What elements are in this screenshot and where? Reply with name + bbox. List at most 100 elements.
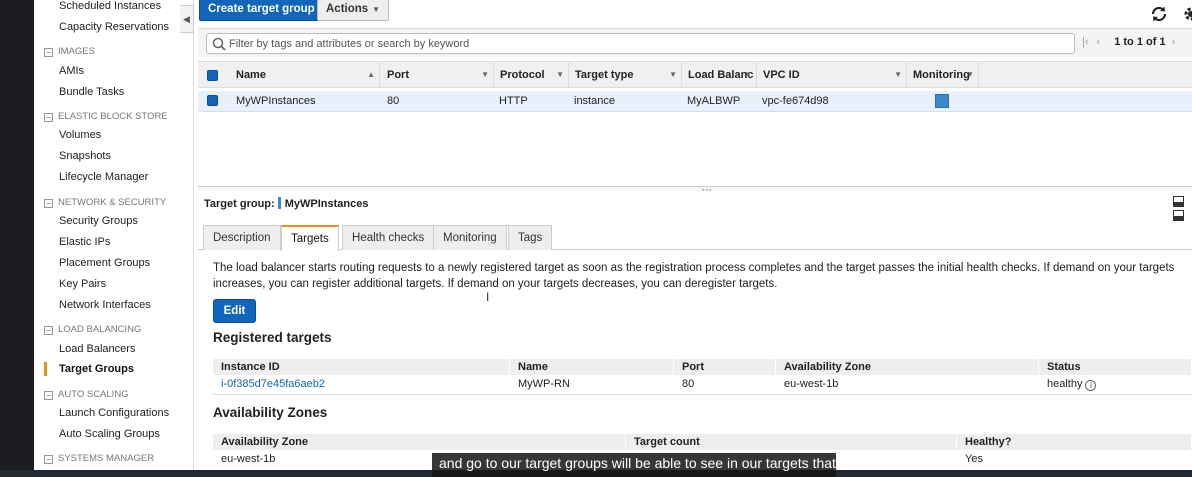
column-header-name[interactable]: Name ▲: [230, 62, 380, 88]
sort-icon: ▼: [556, 70, 564, 79]
cell-load-balancer: MyALBWP: [687, 95, 741, 107]
column-header-protocol[interactable]: Protocol ▼: [494, 62, 569, 88]
sidebar-item-elastic-ips[interactable]: Elastic IPs: [59, 236, 110, 248]
tab-description[interactable]: Description: [203, 225, 281, 250]
collapse-toggle-icon[interactable]: −: [44, 48, 53, 57]
sidebar-item-launch-configurations[interactable]: Launch Configurations: [59, 407, 169, 419]
sidebar-item-load-balancers[interactable]: Load Balancers: [59, 343, 135, 355]
select-all-checkbox[interactable]: [207, 70, 218, 81]
sort-icon: ▼: [894, 70, 902, 79]
column-header-port[interactable]: Port ▼: [381, 62, 494, 88]
tab-health-checks[interactable]: Health checks: [342, 225, 435, 250]
cell-availability-zone: eu-west-1b: [784, 378, 839, 390]
prev-page-icon[interactable]: ‹: [1097, 36, 1101, 48]
main-content: Create target group Actions▼ |‹ ‹ 1 to 1 o…: [198, 0, 1192, 477]
sort-asc-icon: ▲: [367, 70, 375, 79]
sidebar-item-target-groups[interactable]: Target Groups: [59, 363, 134, 375]
column-header-status: Status: [1039, 359, 1192, 375]
sidebar-item-placement-groups[interactable]: Placement Groups: [59, 257, 150, 269]
tab-tags[interactable]: Tags: [508, 225, 553, 250]
sidebar-item-scheduled-instances[interactable]: Scheduled Instances: [59, 0, 161, 12]
sidebar-section-systems-manager[interactable]: − SYSTEMS MANAGER: [44, 453, 154, 464]
sidebar-item-security-groups[interactable]: Security Groups: [59, 215, 138, 227]
sidebar-item-auto-scaling-groups[interactable]: Auto Scaling Groups: [59, 428, 160, 440]
sidebar-item-volumes[interactable]: Volumes: [59, 129, 101, 141]
search-icon: [212, 37, 226, 51]
refresh-icon[interactable]: [1150, 5, 1168, 23]
color-marker: [277, 197, 281, 209]
cell-port: 80: [682, 378, 695, 390]
cell-vpc-id: vpc-fe674d98: [762, 95, 829, 107]
sidebar-section-auto-scaling[interactable]: − AUTO SCALING: [44, 389, 129, 400]
left-dark-strip: [0, 0, 34, 477]
targets-description: The load balancer starts routing request…: [213, 262, 1175, 290]
column-header-instance-id: Instance ID: [213, 359, 510, 375]
sidebar-item-capacity-reservations[interactable]: Capacity Reservations: [59, 21, 169, 33]
sidebar-collapse-icon[interactable]: ◀: [180, 5, 194, 33]
row-checkbox[interactable]: [207, 95, 218, 106]
search-input[interactable]: [229, 36, 1069, 51]
sidebar-section-network-security[interactable]: − NETWORK & SECURITY: [44, 197, 166, 208]
collapse-toggle-icon[interactable]: −: [44, 326, 53, 335]
instance-id-link[interactable]: i-0f385d7e45fa6aeb2: [213, 375, 325, 393]
actions-dropdown-button[interactable]: Actions ▼: [317, 0, 390, 21]
sidebar-item-bundle-tasks[interactable]: Bundle Tasks: [59, 86, 124, 98]
cell-name: MyWPInstances: [236, 95, 316, 107]
sidebar-section-images[interactable]: − IMAGES: [44, 46, 95, 57]
panel-layout-icons: [1170, 196, 1192, 224]
monitoring-icon[interactable]: [935, 94, 949, 108]
collapse-toggle-icon[interactable]: −: [44, 199, 53, 208]
panel-side-icon[interactable]: [1173, 210, 1184, 221]
divider: [213, 394, 1192, 395]
sort-icon: ▼: [966, 70, 974, 79]
gear-icon[interactable]: [1182, 5, 1192, 23]
search-box[interactable]: [206, 33, 1075, 54]
sidebar-item-network-interfaces[interactable]: Network Interfaces: [59, 299, 151, 311]
tab-targets[interactable]: Targets: [281, 225, 339, 251]
cell-port: 80: [387, 95, 400, 107]
column-header-healthy: Healthy?: [957, 434, 1192, 450]
column-header-target-type[interactable]: Target type ▼: [569, 62, 682, 88]
sidebar-section-load-balancing[interactable]: − LOAD BALANCING: [44, 324, 141, 335]
grip-icon: ▪▪▪: [702, 187, 713, 194]
collapse-toggle-icon[interactable]: −: [44, 113, 53, 122]
cell-target-type: instance: [574, 95, 615, 107]
panel-bottom-icon[interactable]: [1173, 196, 1184, 207]
sidebar: Scheduled Instances Capacity Reservation…: [34, 0, 194, 477]
column-header-name: Name: [510, 359, 674, 375]
column-header-target-count: Target count: [626, 434, 957, 450]
column-header-monitoring[interactable]: Monitoring ▼: [907, 62, 979, 88]
panel-resize-handle[interactable]: ▪▪▪: [198, 186, 1192, 194]
registered-targets-heading: Registered targets: [213, 330, 332, 345]
next-page-icon[interactable]: ›: [1172, 36, 1176, 48]
cell-healthy: Yes: [965, 453, 983, 465]
sidebar-item-lifecycle-manager[interactable]: Lifecycle Manager: [59, 171, 148, 183]
sidebar-item-snapshots[interactable]: Snapshots: [59, 150, 111, 162]
pagination: |‹ ‹ 1 to 1 of 1 ›: [1082, 36, 1183, 48]
sidebar-item-amis[interactable]: AMIs: [59, 65, 84, 77]
sidebar-section-ebs[interactable]: − ELASTIC BLOCK STORE: [44, 111, 168, 122]
filter-toolbar: |‹ ‹ 1 to 1 of 1 ›: [198, 28, 1192, 57]
sidebar-item-key-pairs[interactable]: Key Pairs: [59, 278, 106, 290]
column-header-port: Port: [674, 359, 776, 375]
cell-protocol: HTTP: [499, 95, 528, 107]
collapse-toggle-icon[interactable]: −: [44, 455, 53, 464]
caret-down-icon: ▼: [372, 5, 381, 14]
column-header-availability-zone: Availability Zone: [213, 434, 626, 450]
cell-availability-zone: eu-west-1b: [221, 453, 276, 465]
page-count: 1 to 1 of 1: [1114, 36, 1166, 48]
create-target-group-button[interactable]: Create target group: [199, 0, 324, 21]
collapse-toggle-icon[interactable]: −: [44, 391, 53, 400]
grid-header: Name ▲ Port ▼ Protocol ▼ Target type ▼ Load …: [198, 61, 1192, 88]
first-page-icon[interactable]: |‹: [1082, 36, 1089, 48]
column-header-load-balancer[interactable]: Load Balanc ▼: [682, 62, 757, 88]
availability-zones-heading: Availability Zones: [213, 405, 328, 420]
sort-icon: ▼: [481, 70, 489, 79]
cell-name: MyWP-RN: [518, 378, 570, 390]
tab-monitoring[interactable]: Monitoring: [433, 225, 507, 250]
table-row[interactable]: MyWPInstances 80 HTTP instance MyALBWP v…: [198, 91, 1192, 112]
edit-button[interactable]: Edit: [213, 299, 256, 323]
column-header-vpc-id[interactable]: VPC ID ▼: [757, 62, 907, 88]
info-icon[interactable]: i: [1085, 380, 1097, 391]
video-caption: and go to our target groups will be able…: [432, 453, 836, 477]
